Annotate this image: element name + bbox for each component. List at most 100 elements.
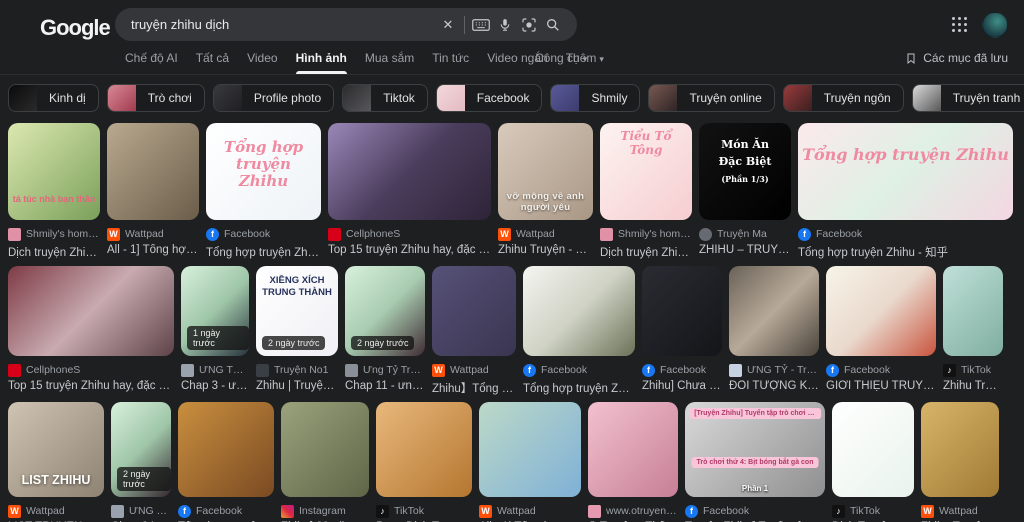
filter-chip-truy-n-online[interactable]: Truyện online bbox=[648, 84, 774, 112]
result-thumbnail[interactable] bbox=[432, 266, 516, 356]
result-thumbnail[interactable]: 2 ngày trước bbox=[111, 402, 171, 497]
filter-chip-truy-n-ng-n[interactable]: Truyện ngôn bbox=[783, 84, 904, 112]
result-source[interactable]: ♪TikTok bbox=[943, 363, 1003, 377]
result-title[interactable]: ZHIHU – TRUYỆN KÌ ... bbox=[699, 244, 791, 256]
filter-chip-tr-ch-i[interactable]: Trò chơi bbox=[107, 84, 205, 112]
clear-icon[interactable]: ✕ bbox=[436, 13, 460, 37]
result-title[interactable]: Dịch truyện Zhihu】 – ... bbox=[600, 244, 692, 260]
apps-grid-icon[interactable] bbox=[952, 17, 968, 33]
tools-button[interactable]: Công cụ▾ bbox=[535, 51, 587, 65]
mic-icon[interactable] bbox=[493, 13, 517, 37]
result-title[interactable]: Zhihu] Chưa đặt tê... bbox=[642, 380, 722, 392]
filter-chip-truy-n-tranh[interactable]: Truyện tranh bbox=[912, 84, 1024, 112]
result-thumbnail[interactable] bbox=[943, 266, 1003, 356]
result-source[interactable]: ♪TikTok bbox=[376, 504, 472, 518]
result-title[interactable]: Zhihu Truyện - Wattp... bbox=[498, 244, 593, 256]
keyboard-icon[interactable] bbox=[469, 13, 493, 37]
result-title[interactable]: ĐỐI TƯỢNG KẾT ... bbox=[729, 380, 819, 392]
result-title[interactable]: Chap 3 - ưng tỷ - ... bbox=[181, 380, 249, 392]
result-thumbnail[interactable] bbox=[832, 402, 914, 497]
tab-h-nh-nh[interactable]: Hình ảnh bbox=[296, 48, 347, 74]
result-thumbnail[interactable] bbox=[479, 402, 581, 497]
result-title[interactable]: Top 15 truyện Zhihu hay, đặc sắc và h... bbox=[8, 380, 174, 392]
search-box[interactable]: ✕ bbox=[115, 8, 577, 41]
result-source[interactable]: CellphoneS bbox=[328, 227, 491, 241]
lens-icon[interactable] bbox=[517, 13, 541, 37]
result-thumbnail[interactable]: vỡ mộng về anh người yêu bbox=[498, 123, 593, 220]
result-title[interactable]: Zhihu Truyện Bất T... bbox=[943, 380, 1003, 392]
result-thumbnail[interactable] bbox=[921, 402, 999, 497]
result-thumbnail[interactable]: [Truyện Zhihu] Tuyển tập trò chơi kinh d… bbox=[685, 402, 825, 497]
result-thumbnail[interactable] bbox=[328, 123, 491, 220]
result-title[interactable]: GIỚI THIỆU TRUYỆN] [ZH... bbox=[826, 380, 936, 392]
filter-chip-kinh-d[interactable]: Kinh dị bbox=[8, 84, 99, 112]
result-source[interactable]: www.otruyen.vn bbox=[588, 504, 678, 518]
result-source[interactable]: fFacebook bbox=[178, 504, 274, 518]
result-source[interactable]: WWattpad bbox=[498, 227, 593, 241]
result-thumbnail[interactable]: Món ĂnĐặc Biệt(Phần 1/3) bbox=[699, 123, 791, 220]
google-logo[interactable]: Google bbox=[40, 15, 110, 41]
result-thumbnail[interactable] bbox=[729, 266, 819, 356]
result-source[interactable]: fFacebook bbox=[685, 504, 825, 518]
result-source[interactable]: fFacebook bbox=[642, 363, 722, 377]
result-source[interactable]: ƯNG TỶ - Truyện c... bbox=[729, 363, 819, 377]
result-thumbnail[interactable]: LIST ZHIHU bbox=[8, 402, 104, 497]
result-thumbnail[interactable] bbox=[523, 266, 635, 356]
user-avatar[interactable] bbox=[982, 12, 1008, 38]
search-icon[interactable] bbox=[541, 13, 565, 37]
result-thumbnail[interactable]: Tổng hợp truyện Zhihu bbox=[206, 123, 321, 220]
result-thumbnail[interactable] bbox=[178, 402, 274, 497]
search-input[interactable] bbox=[131, 17, 436, 32]
result-source[interactable]: Shmily's home - WordP... bbox=[8, 227, 100, 241]
result-thumbnail[interactable] bbox=[281, 402, 369, 497]
result-thumbnail[interactable]: 1 ngày trước bbox=[181, 266, 249, 356]
result-source[interactable]: fFacebook bbox=[523, 363, 635, 377]
result-title[interactable]: Tổng hợp truyện Zhihu - 知乎 bbox=[206, 244, 321, 260]
result-thumbnail[interactable] bbox=[376, 402, 472, 497]
result-thumbnail[interactable]: 2 ngày trước bbox=[345, 266, 425, 356]
result-title[interactable]: Tổng hợp truyện Zhihu - 知... bbox=[523, 380, 635, 396]
result-source[interactable]: WWattpad bbox=[479, 504, 581, 518]
tab-tin-t-c[interactable]: Tin tức bbox=[432, 48, 469, 74]
result-source[interactable]: Shmily's home - WordP... bbox=[600, 227, 692, 241]
result-source[interactable]: ƯNG TỶ - Truyện c... bbox=[111, 504, 171, 518]
result-source[interactable]: ƯNG TỶ - Truyện c... bbox=[181, 363, 249, 377]
result-thumbnail[interactable] bbox=[826, 266, 936, 356]
result-source[interactable]: fFacebook bbox=[206, 227, 321, 241]
result-source[interactable]: WWattpad bbox=[8, 504, 104, 518]
result-title[interactable]: Zhihu | Truyện Ngắ... bbox=[256, 380, 338, 392]
tab-ch-ai[interactable]: Chế độ AI bbox=[125, 48, 178, 74]
result-source[interactable]: fFacebook bbox=[826, 363, 936, 377]
filter-chip-facebook[interactable]: Facebook bbox=[436, 84, 543, 112]
result-source[interactable]: Truyện No1 bbox=[256, 363, 338, 377]
result-source[interactable]: Instagram bbox=[281, 504, 369, 518]
result-thumbnail[interactable] bbox=[588, 402, 678, 497]
result-title[interactable]: Dịch truyện Zhihu】 – ... bbox=[8, 244, 100, 260]
tab-video[interactable]: Video bbox=[247, 48, 277, 74]
saved-items-button[interactable]: Các mục đã lưu bbox=[905, 51, 1008, 65]
result-source[interactable]: ♪TikTok bbox=[832, 504, 914, 518]
filter-chip-shmily[interactable]: Shmily bbox=[550, 84, 640, 112]
result-source[interactable]: WWattpad bbox=[107, 227, 199, 241]
result-source[interactable]: CellphoneS bbox=[8, 363, 174, 377]
result-source[interactable]: WWattpad bbox=[432, 363, 516, 377]
tab-mua-s-m[interactable]: Mua sắm bbox=[365, 48, 414, 74]
result-source[interactable]: fFacebook bbox=[798, 227, 1013, 241]
result-title[interactable]: Zhihu】Tổng hợp t... bbox=[432, 380, 516, 396]
filter-chip-tiktok[interactable]: Tiktok bbox=[342, 84, 428, 112]
result-thumbnail[interactable]: XIỀNG XÍCH TRUNG THÀNH2 ngày trước bbox=[256, 266, 338, 356]
result-thumbnail[interactable]: tá túc nhà bạn thân bbox=[8, 123, 100, 220]
tab-t-t-c[interactable]: Tất cả bbox=[196, 48, 229, 74]
result-source[interactable]: WWattpad bbox=[921, 504, 999, 518]
result-source[interactable]: Ưng Tỷ Truyện bbox=[345, 363, 425, 377]
result-thumbnail[interactable]: Tổng hợp truyện Zhihu bbox=[798, 123, 1013, 220]
filter-chip-profile-photo[interactable]: Profile photo bbox=[213, 84, 334, 112]
result-thumbnail[interactable]: Tiểu Tổ Tông bbox=[600, 123, 692, 220]
result-title[interactable]: All - 1] Tổng hợp tru... bbox=[107, 244, 199, 256]
result-source[interactable]: Truyện Ma bbox=[699, 227, 791, 241]
result-title[interactable]: Tổng hợp truyện Zhihu - 知乎 bbox=[798, 244, 1013, 260]
result-thumbnail[interactable] bbox=[107, 123, 199, 220]
result-thumbnail[interactable] bbox=[8, 266, 174, 356]
result-title[interactable]: Chap 11 - ưng tỷ - ... bbox=[345, 380, 425, 392]
result-title[interactable]: Top 15 truyện Zhihu hay, đặc sắc và hấp … bbox=[328, 244, 491, 256]
